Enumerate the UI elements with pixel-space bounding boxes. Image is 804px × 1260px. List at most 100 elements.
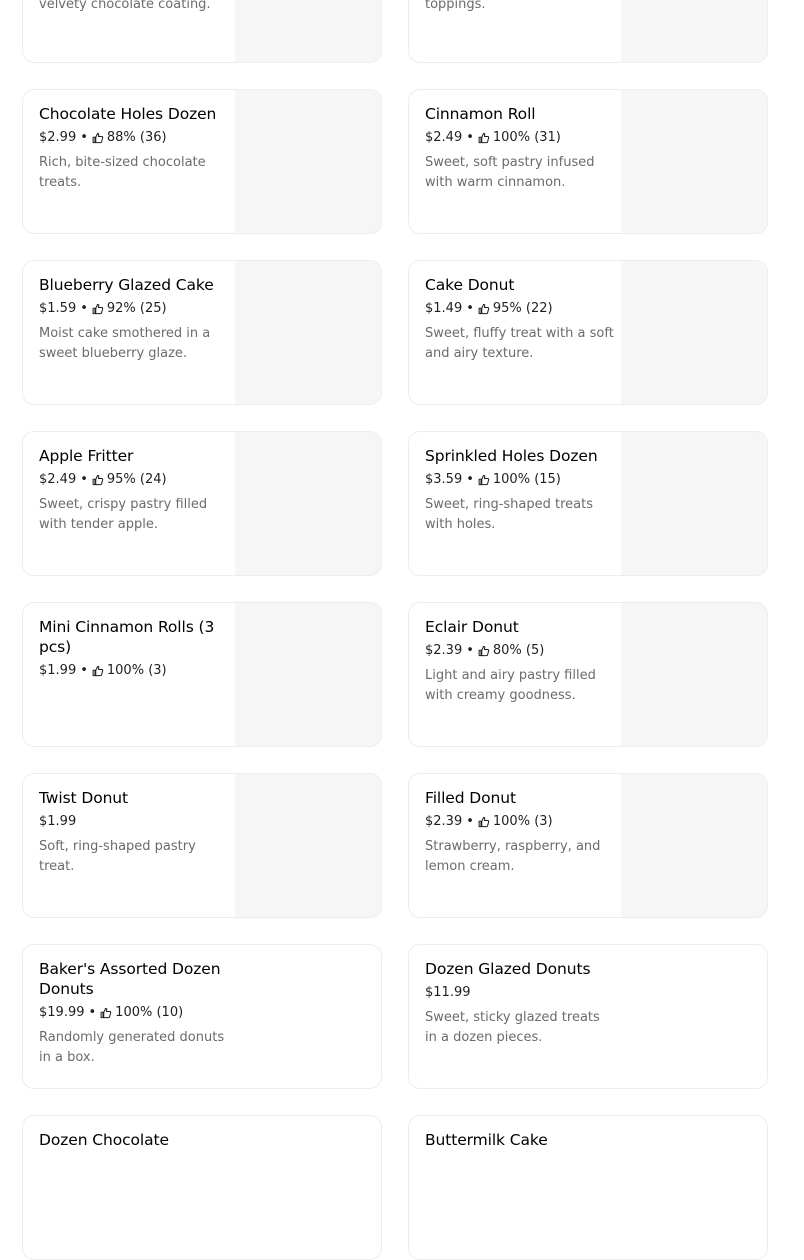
- menu-item-card-1[interactable]: toppings.: [408, 0, 768, 63]
- menu-item-card-twist-donut[interactable]: Twist Donut $1.99 Soft, ring-shaped pastry…: [22, 773, 382, 918]
- menu-item-meta: $1.99: [39, 813, 229, 831]
- menu-item-meta: $11.99: [425, 984, 615, 1002]
- menu-item-price: $2.99: [39, 130, 77, 145]
- menu-item-rating: 95% (24): [106, 472, 167, 487]
- menu-item-info: Filled Donut $2.39 • 100% (3) Strawberry, ra…: [425, 788, 615, 877]
- menu-item-name: Dozen Chocolate: [39, 1131, 169, 1149]
- menu-item-description: Moist cake smothered in a sweet blueberr…: [39, 326, 211, 361]
- menu-item-info: Cake Donut $1.49 • 95% (22) Sweet, fluffy tr…: [425, 275, 615, 364]
- menu-item-price: $1.59: [39, 301, 77, 316]
- menu-item-image: [235, 603, 381, 746]
- menu-item-info: Apple Fritter $2.49 • 95% (24) Sweet, crispy…: [39, 446, 229, 535]
- menu-item-name: Dozen Glazed Donuts: [425, 960, 591, 978]
- menu-item-image: [621, 603, 767, 746]
- thumbs-up-icon: [92, 665, 104, 677]
- menu-item-name: Mini Cinnamon Rolls (3 pcs): [39, 618, 215, 656]
- menu-item-image: [621, 432, 767, 575]
- menu-item-description: Soft, ring-shaped pastry treat.: [39, 839, 196, 874]
- menu-item-name: Cake Donut: [425, 276, 515, 294]
- menu-item-price: $2.39: [425, 814, 463, 829]
- menu-item-description: Sweet, sticky glazed treats in a dozen p…: [425, 1010, 600, 1045]
- menu-item-rating: 95% (22): [492, 301, 553, 316]
- separator-dot: •: [80, 301, 88, 316]
- menu-item-info: Chocolate Holes Dozen $2.99 • 88% (36) Rich,…: [39, 104, 229, 193]
- menu-item-card-dozen-chocolate[interactable]: Dozen Chocolate: [22, 1115, 382, 1260]
- menu-item-name: Twist Donut: [39, 789, 129, 807]
- menu-item-image: [235, 432, 381, 575]
- menu-item-description: Rich, bite-sized chocolate treats.: [39, 155, 206, 190]
- menu-item-card-blueberry-glazed-cake[interactable]: Blueberry Glazed Cake $1.59 • 92% (25) Moist…: [22, 260, 382, 405]
- menu-item-card-chocolate-holes-dozen[interactable]: Chocolate Holes Dozen $2.99 • 88% (36) Rich,…: [22, 89, 382, 234]
- menu-item-price: $3.59: [425, 472, 463, 487]
- menu-item-info: Dozen Glazed Donuts $11.99 Sweet, sticky g…: [425, 959, 615, 1048]
- menu-item-image: [621, 0, 767, 62]
- menu-item-info: Cinnamon Roll $2.49 • 100% (31) Sweet, soft …: [425, 104, 615, 193]
- menu-item-info: Buttermilk Cake: [425, 1130, 615, 1150]
- separator-dot: •: [88, 1005, 97, 1020]
- menu-item-card-cinnamon-roll[interactable]: Cinnamon Roll $2.49 • 100% (31) Sweet, soft …: [408, 89, 768, 234]
- menu-item-description: velvety chocolate coating.: [39, 0, 211, 12]
- menu-item-name: Buttermilk Cake: [425, 1131, 548, 1149]
- menu-item-info: velvety chocolate coating.: [39, 0, 229, 15]
- menu-item-image: [621, 774, 767, 917]
- menu-item-name: Eclair Donut: [425, 618, 519, 636]
- menu-item-card-cake-donut[interactable]: Cake Donut $1.49 • 95% (22) Sweet, fluffy tr…: [408, 260, 768, 405]
- menu-item-card-0[interactable]: velvety chocolate coating.: [22, 0, 382, 63]
- thumbs-up-icon: [92, 474, 104, 486]
- menu-item-description: Light and airy pastry filled with creamy…: [425, 668, 596, 703]
- thumbs-up-icon: [478, 645, 490, 657]
- menu-item-card-buttermilk-cake[interactable]: Buttermilk Cake: [408, 1115, 768, 1260]
- menu-item-name: Apple Fritter: [39, 447, 134, 465]
- menu-item-meta: $2.49 • 95% (24): [39, 471, 229, 489]
- menu-item-price: $2.49: [39, 472, 77, 487]
- menu-item-name: Sprinkled Holes Dozen: [425, 447, 598, 465]
- thumbs-up-icon: [478, 816, 490, 828]
- menu-item-card-filled-donut[interactable]: Filled Donut $2.39 • 100% (3) Strawberry, ra…: [408, 773, 768, 918]
- menu-item-image: [235, 0, 381, 62]
- thumbs-up-icon: [478, 474, 490, 486]
- menu-item-rating: 100% (3): [492, 814, 553, 829]
- thumbs-up-icon: [92, 303, 104, 315]
- menu-item-meta: $1.99 • 100% (3): [39, 662, 229, 680]
- menu-item-info: Baker's Assorted Dozen Donuts $19.99 • 100%…: [39, 959, 229, 1068]
- menu-item-description: Sweet, fluffy treat with a soft and airy…: [425, 326, 614, 361]
- menu-item-name: Cinnamon Roll: [425, 105, 536, 123]
- menu-item-price: $1.99: [39, 663, 77, 678]
- menu-item-card-mini-cinnamon-rolls-3-pcs[interactable]: Mini Cinnamon Rolls (3 pcs) $1.99 • 100% (3…: [22, 602, 382, 747]
- menu-item-card-eclair-donut[interactable]: Eclair Donut $2.39 • 80% (5) Light and airy …: [408, 602, 768, 747]
- thumbs-up-icon: [100, 1007, 112, 1019]
- menu-item-price: $1.99: [39, 814, 77, 829]
- menu-item-price: $2.49: [425, 130, 463, 145]
- menu-item-rating: 100% (31): [492, 130, 561, 145]
- menu-item-rating: 92% (25): [106, 301, 167, 316]
- menu-item-image: [235, 261, 381, 404]
- menu-item-rating: 100% (3): [106, 663, 167, 678]
- separator-dot: •: [80, 130, 88, 145]
- separator-dot: •: [80, 472, 88, 487]
- menu-item-card-sprinkled-holes-dozen[interactable]: Sprinkled Holes Dozen $3.59 • 100% (15) Swee…: [408, 431, 768, 576]
- menu-item-meta: $2.49 • 100% (31): [425, 129, 615, 147]
- menu-item-info: Dozen Chocolate: [39, 1130, 229, 1150]
- menu-item-description: Strawberry, raspberry, and lemon cream.: [425, 839, 601, 874]
- menu-item-image: [621, 261, 767, 404]
- menu-item-price: $11.99: [425, 985, 471, 1000]
- menu-item-card-dozen-glazed-donuts[interactable]: Dozen Glazed Donuts $11.99 Sweet, sticky g…: [408, 944, 768, 1089]
- menu-item-meta: $1.59 • 92% (25): [39, 300, 229, 318]
- thumbs-up-icon: [478, 132, 490, 144]
- menu-item-meta: $2.39 • 100% (3): [425, 813, 615, 831]
- menu-item-description: toppings.: [425, 0, 486, 12]
- separator-dot: •: [466, 643, 474, 658]
- menu-item-meta: $2.39 • 80% (5): [425, 642, 615, 660]
- menu-item-name: Filled Donut: [425, 789, 516, 807]
- menu-item-info: Mini Cinnamon Rolls (3 pcs) $1.99 • 100% (3…: [39, 617, 229, 680]
- menu-item-meta: $3.59 • 100% (15): [425, 471, 615, 489]
- menu-item-rating: 100% (15): [492, 472, 561, 487]
- menu-item-description: Sweet, soft pastry infused with warm cin…: [425, 155, 595, 190]
- menu-item-card-baker-s-assorted-dozen-donuts[interactable]: Baker's Assorted Dozen Donuts $19.99 • 100%…: [22, 944, 382, 1089]
- menu-item-image: [235, 90, 381, 233]
- menu-item-card-apple-fritter[interactable]: Apple Fritter $2.49 • 95% (24) Sweet, crispy…: [22, 431, 382, 576]
- menu-item-description: Randomly generated donuts in a box.: [39, 1030, 225, 1065]
- thumbs-up-icon: [92, 132, 104, 144]
- menu-item-name: Chocolate Holes Dozen: [39, 105, 217, 123]
- separator-dot: •: [80, 663, 88, 678]
